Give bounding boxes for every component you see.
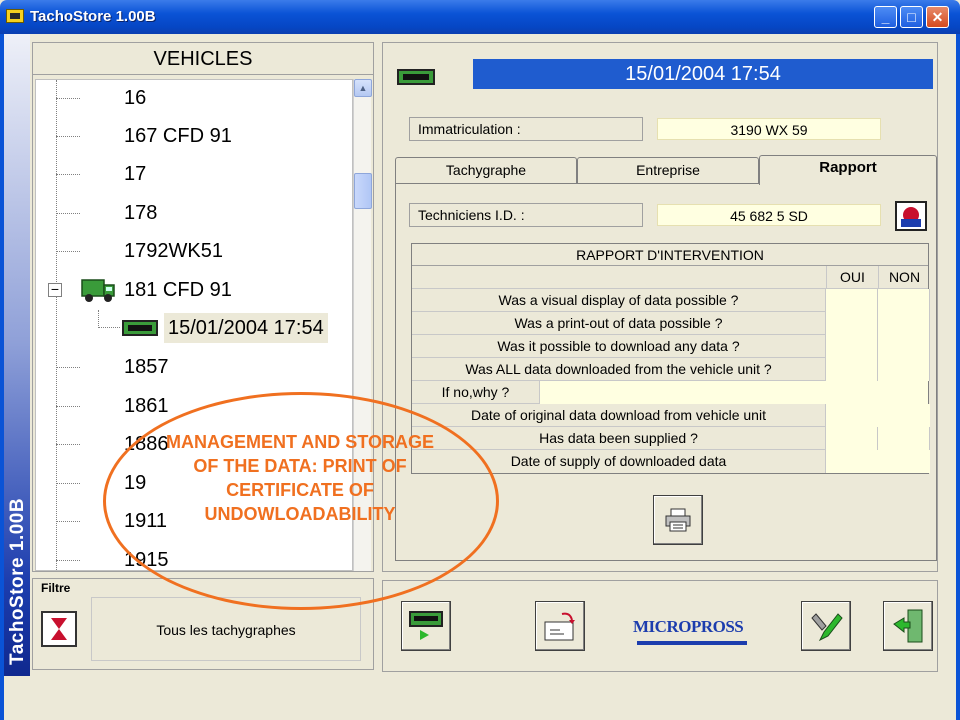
no-cell[interactable] — [878, 335, 930, 358]
tree-item-vehicle[interactable]: 1857 — [36, 349, 352, 385]
tree-item-vehicle[interactable]: 17 — [36, 156, 352, 192]
truck-icon — [81, 279, 115, 302]
tree-item-vehicle[interactable]: 16 — [36, 80, 352, 116]
no-cell[interactable] — [878, 427, 930, 450]
immatriculation-label: Immatriculation : — [409, 117, 643, 141]
table-row: Was ALL data downloaded from the vehicle… — [412, 358, 930, 381]
why-input[interactable] — [540, 381, 928, 404]
close-button[interactable]: ✕ — [926, 6, 949, 28]
scroll-thumb[interactable] — [354, 173, 372, 209]
title-bar: TachoStore 1.00B _ □ ✕ — [0, 0, 960, 34]
supply-date-input[interactable] — [826, 450, 930, 473]
printer-icon — [665, 508, 691, 532]
table-row: Was a print-out of data possible ? — [412, 312, 930, 335]
app-icon — [6, 9, 24, 23]
window-frame-right — [956, 34, 960, 720]
minimize-button[interactable]: _ — [874, 6, 897, 28]
bottom-toolbar: MICROPROSS — [382, 580, 938, 672]
envelope-icon — [544, 612, 575, 641]
technicians-label: Techniciens I.D. : — [409, 203, 643, 227]
micropross-logo: MICROPROSS — [633, 617, 753, 647]
report-title: RAPPORT D'INTERVENTION — [412, 244, 928, 266]
yes-cell[interactable] — [826, 358, 878, 381]
send-mail-button[interactable] — [535, 601, 585, 651]
download-date-bar: 15/01/2004 17:54 — [473, 59, 933, 89]
tab-entreprise[interactable]: Entreprise — [577, 157, 759, 183]
yes-cell[interactable] — [826, 289, 878, 312]
print-button[interactable] — [653, 495, 703, 545]
technicians-value: 45 682 5 SD — [657, 204, 881, 226]
table-row: Has data been supplied ? — [412, 427, 930, 450]
app-banner-text: TachoStore 1.00B — [7, 497, 28, 665]
table-row: If no,why ? — [412, 381, 928, 404]
tachograph-icon — [397, 69, 435, 85]
download-tacho-button[interactable] — [401, 601, 451, 651]
app-banner: TachoStore 1.00B — [4, 34, 30, 720]
settings-tools-button[interactable] — [801, 601, 851, 651]
col-non: NON — [878, 266, 930, 289]
tachograph-play-icon — [409, 611, 443, 640]
status-area — [4, 676, 956, 720]
technician-icon[interactable] — [895, 201, 927, 231]
tab-rapport[interactable]: Rapport — [759, 155, 937, 185]
exit-door-icon — [893, 609, 923, 643]
scroll-up-icon[interactable]: ▲ — [354, 79, 372, 97]
maximize-button[interactable]: □ — [900, 6, 923, 28]
window-title: TachoStore 1.00B — [30, 8, 156, 25]
exit-button[interactable] — [883, 601, 933, 651]
table-row: Date of original data download from vehi… — [412, 404, 930, 427]
report-table: RAPPORT D'INTERVENTION OUI NON Was a vis… — [411, 243, 930, 474]
tree-item-vehicle[interactable]: 167 CFD 91 — [36, 118, 352, 154]
tab-tachygraphe[interactable]: Tachygraphe — [395, 157, 577, 183]
tree-item-download[interactable]: 15/01/2004 17:54 — [36, 310, 352, 346]
tachograph-icon — [122, 320, 158, 336]
tools-icon — [811, 613, 843, 642]
yes-cell[interactable] — [826, 335, 878, 358]
no-cell[interactable] — [878, 358, 930, 381]
yes-cell[interactable] — [826, 312, 878, 335]
tree-item-vehicle-expanded[interactable]: − 181 CFD 91 — [36, 272, 352, 308]
tree-item-vehicle[interactable]: 178 — [36, 195, 352, 231]
report-header-row: OUI NON — [412, 266, 928, 289]
immatriculation-value: 3190 WX 59 — [657, 118, 881, 140]
annotation-text: MANAGEMENT AND STORAGE OF THE DATA: PRIN… — [165, 432, 434, 524]
col-oui: OUI — [826, 266, 878, 289]
tree-item-vehicle[interactable]: 1792WK51 — [36, 233, 352, 269]
collapse-icon[interactable]: − — [48, 282, 62, 297]
original-download-date-input[interactable] — [826, 404, 930, 427]
vehicles-header: VEHICLES — [33, 43, 373, 75]
hourglass-icon[interactable] — [41, 611, 77, 647]
no-cell[interactable] — [878, 289, 930, 312]
selected-download-label: 15/01/2004 17:54 — [164, 313, 328, 343]
table-row: Was a visual display of data possible ? — [412, 289, 930, 312]
yes-cell[interactable] — [826, 427, 878, 450]
table-row: Was it possible to download any data ? — [412, 335, 930, 358]
no-cell[interactable] — [878, 312, 930, 335]
filter-label: Filtre — [41, 581, 71, 595]
